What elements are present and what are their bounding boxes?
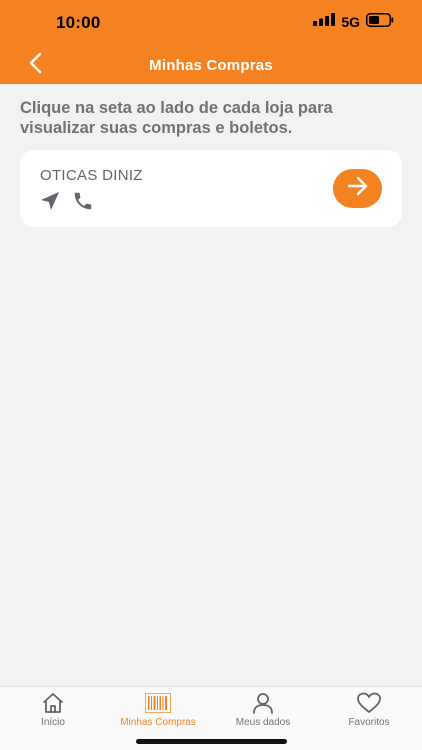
barcode-icon	[145, 692, 171, 714]
network-type: 5G	[341, 14, 360, 30]
app-header: 10:00 5G Minhas Compras	[0, 0, 422, 84]
tab-favoritos[interactable]: Favoritos	[334, 687, 404, 737]
instruction-text: Clique na seta ao lado de cada loja para…	[20, 99, 333, 137]
tab-minhas-compras[interactable]: Minhas Compras	[113, 687, 203, 737]
tab-meus-dados[interactable]: Meus dados	[228, 687, 298, 737]
home-indicator	[136, 739, 287, 744]
status-bar: 10:00 5G	[0, 0, 422, 44]
status-indicators: 5G	[313, 12, 394, 32]
store-card: OTICAS DINIZ	[20, 150, 402, 227]
status-time: 10:00	[56, 13, 101, 32]
phone-icon[interactable]	[71, 190, 95, 212]
navigation-arrow-icon[interactable]	[39, 190, 61, 212]
tab-label: Favoritos	[348, 717, 390, 728]
nav-bar: Minhas Compras	[0, 44, 422, 84]
arrow-right-icon	[347, 176, 369, 201]
heart-icon	[356, 692, 382, 714]
open-store-button[interactable]	[333, 169, 382, 208]
store-actions	[39, 190, 95, 212]
home-icon	[41, 692, 65, 714]
store-name: OTICAS DINIZ	[40, 167, 143, 184]
user-icon	[252, 692, 274, 714]
page-title: Minhas Compras	[149, 57, 273, 74]
signal-bars-icon	[313, 13, 336, 31]
battery-icon	[366, 12, 394, 32]
tab-label: Meus dados	[235, 717, 291, 728]
tab-inicio[interactable]: Início	[18, 687, 88, 737]
tab-label: Minhas Compras	[120, 717, 196, 728]
tab-label: Início	[41, 717, 65, 728]
